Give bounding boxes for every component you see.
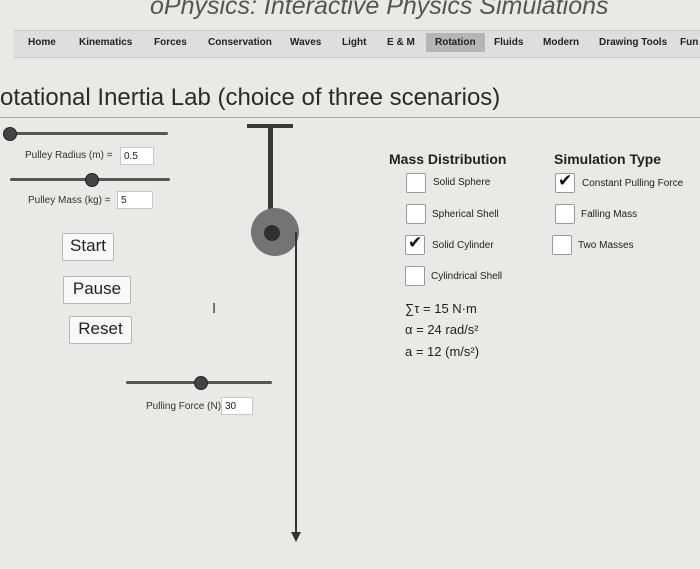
- reset-button[interactable]: Reset: [69, 316, 132, 344]
- solid-cylinder-checkbox[interactable]: ✔: [405, 233, 425, 255]
- spherical-shell-label: Spherical Shell: [432, 209, 499, 220]
- mass-label: Pulley Mass (kg) =: [28, 195, 111, 206]
- constant-force-checkbox[interactable]: ✔: [555, 171, 575, 193]
- constant-force-label: Constant Pulling Force: [582, 178, 684, 189]
- nav-bar: Home Kinematics Forces Conservation Wave…: [14, 30, 700, 58]
- nav-em[interactable]: E & M: [387, 37, 415, 48]
- two-masses-checkbox[interactable]: [552, 235, 572, 255]
- nav-fun[interactable]: Fun: [680, 37, 698, 48]
- two-masses-label: Two Masses: [578, 240, 634, 251]
- force-arrow-icon: [291, 532, 301, 542]
- force-input[interactable]: [221, 397, 253, 415]
- mass-slider-knob[interactable]: [85, 173, 99, 187]
- mass-input[interactable]: [117, 191, 153, 209]
- solid-sphere-checkbox[interactable]: [406, 173, 426, 193]
- falling-mass-label: Falling Mass: [581, 209, 638, 220]
- radius-slider-knob[interactable]: [3, 127, 17, 141]
- pause-button[interactable]: Pause: [63, 276, 131, 304]
- mass-distribution-heading: Mass Distribution: [389, 151, 507, 167]
- cylindrical-shell-label: Cylindrical Shell: [431, 271, 503, 282]
- site-title: oPhysics: Interactive Physics Simulation…: [150, 0, 609, 20]
- radius-label: Pulley Radius (m) =: [25, 150, 113, 161]
- accel-readout: a = 12 (m/s²): [405, 344, 480, 359]
- force-slider-knob[interactable]: [194, 376, 208, 390]
- nav-conservation[interactable]: Conservation: [208, 37, 272, 48]
- radius-input[interactable]: [120, 147, 154, 165]
- nav-modern[interactable]: Modern: [543, 37, 579, 48]
- nav-kinematics[interactable]: Kinematics: [79, 37, 132, 48]
- rope: [295, 232, 297, 534]
- page-title: otational Inertia Lab (choice of three s…: [0, 84, 501, 111]
- nav-rotation[interactable]: Rotation: [426, 33, 485, 52]
- text-cursor-icon: I: [212, 300, 217, 317]
- nav-drawing-tools[interactable]: Drawing Tools: [599, 37, 667, 48]
- start-button[interactable]: Start: [62, 233, 114, 261]
- torque-readout: ∑τ = 15 N·m: [405, 301, 477, 316]
- nav-light[interactable]: Light: [342, 37, 366, 48]
- force-label: Pulling Force (N): [146, 401, 222, 412]
- simulation-type-heading: Simulation Type: [554, 151, 662, 167]
- solid-cylinder-label: Solid Cylinder: [432, 240, 494, 251]
- check-icon: ✔: [408, 233, 423, 252]
- nav-waves[interactable]: Waves: [290, 37, 321, 48]
- spherical-shell-checkbox[interactable]: [406, 204, 426, 224]
- solid-sphere-label: Solid Sphere: [433, 177, 491, 188]
- falling-mass-checkbox[interactable]: [555, 204, 575, 224]
- angular-accel-readout: α = 24 rad/s²: [405, 322, 479, 337]
- title-divider: [0, 117, 700, 118]
- check-icon: ✔: [558, 171, 573, 190]
- radius-slider-track[interactable]: [4, 132, 168, 135]
- nav-fluids[interactable]: Fluids: [494, 37, 523, 48]
- nav-home[interactable]: Home: [28, 37, 56, 48]
- cylindrical-shell-checkbox[interactable]: [405, 266, 425, 286]
- nav-forces[interactable]: Forces: [154, 37, 187, 48]
- pulley-hub: [264, 225, 280, 241]
